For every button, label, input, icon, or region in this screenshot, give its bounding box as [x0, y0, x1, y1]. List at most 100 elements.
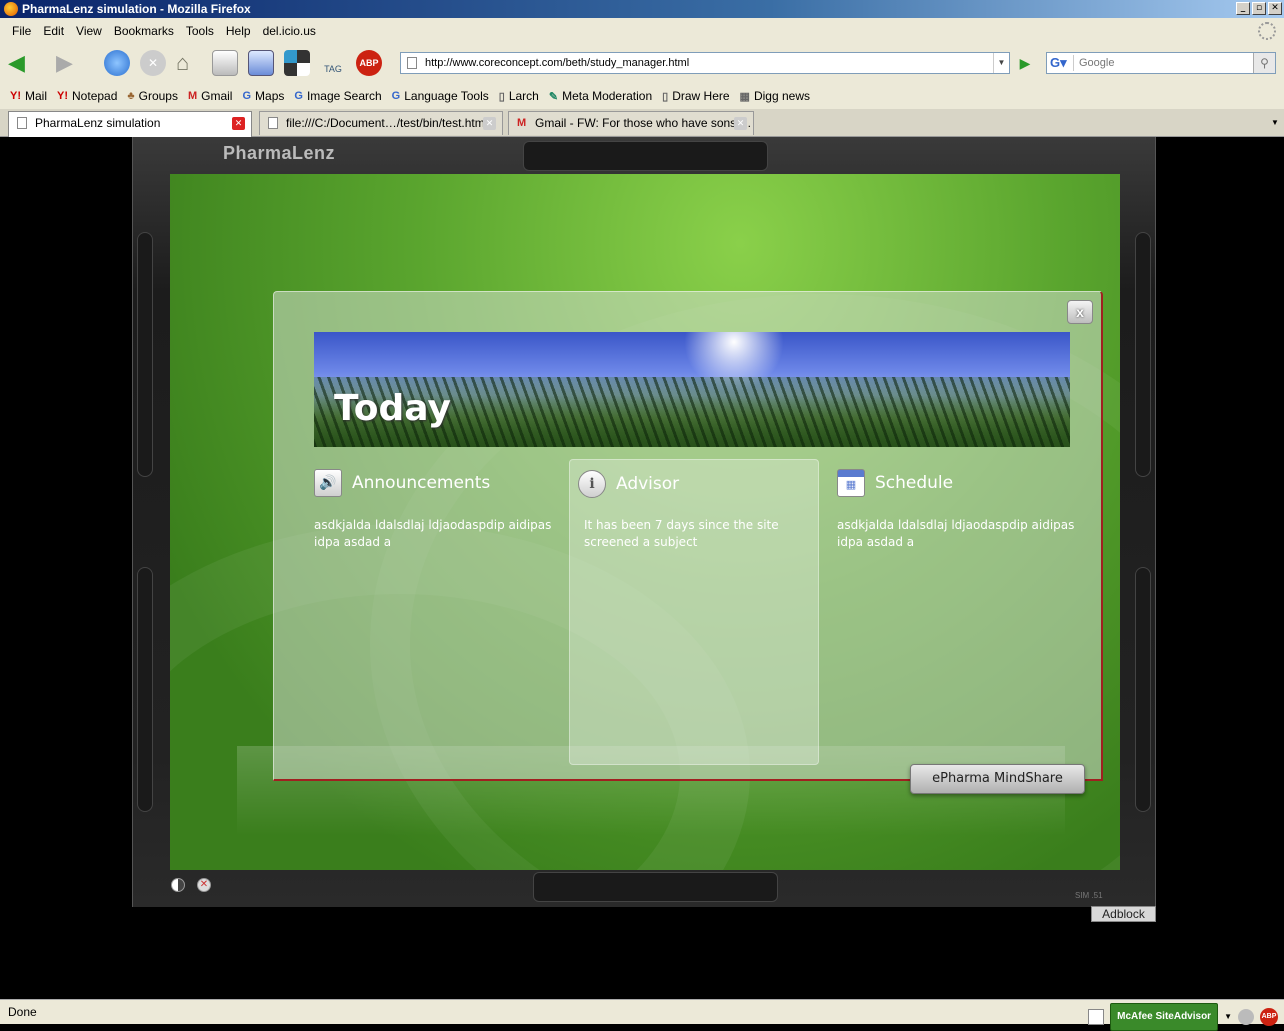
window-title: PharmaLenz simulation - Mozilla Firefox: [22, 2, 251, 16]
google-icon[interactable]: G▾: [1050, 55, 1074, 71]
left-side-panel-top: [137, 232, 153, 477]
bookmark-digg-news[interactable]: ▦ Digg news: [740, 89, 810, 103]
page-content: PharmaLenz x Today 🔊 Announcements asdkj…: [0, 137, 1284, 999]
go-button[interactable]: ▶: [1014, 52, 1036, 74]
tab-label: PharmaLenz simulation: [35, 116, 161, 130]
advisor-title: Advisor: [616, 474, 680, 494]
bookmark-icon[interactable]: [248, 50, 274, 76]
announcements-header: 🔊 Announcements: [314, 469, 490, 497]
tab-pharmalenz[interactable]: PharmaLenz simulation ✕: [8, 111, 252, 137]
contrast-icon[interactable]: [171, 878, 185, 892]
menu-edit[interactable]: Edit: [37, 24, 70, 38]
bookmark-mail[interactable]: Y! Mail: [10, 89, 47, 103]
right-side-panel-bottom: [1135, 567, 1151, 812]
top-slot: [523, 141, 768, 171]
bookmark-label: Image Search: [306, 89, 382, 103]
epharma-mindshare-button[interactable]: ePharma MindShare: [910, 764, 1085, 794]
page-info-icon[interactable]: [1088, 1009, 1105, 1025]
bookmark-language-tools[interactable]: G Language Tools: [392, 89, 489, 103]
schedule-column[interactable]: ▦ Schedule asdkjalda ldalsdlaj ldjaodasp…: [837, 459, 1087, 765]
mcafee-dropdown-icon[interactable]: ▼: [1224, 1005, 1232, 1029]
tab-label: Gmail - FW: For those who have sons …: [535, 116, 752, 130]
forward-arrow-icon[interactable]: ▶: [56, 50, 82, 76]
bookmark-meta-moderation[interactable]: ✎ Meta Moderation: [549, 89, 652, 103]
bookmark-label: Meta Moderation: [562, 89, 653, 103]
back-arrow-icon[interactable]: ◀: [8, 50, 34, 76]
print-icon[interactable]: [212, 50, 238, 76]
close-window-button[interactable]: ✕: [1268, 2, 1282, 15]
bookmark-image-search[interactable]: G Image Search: [294, 89, 381, 103]
window-titlebar: PharmaLenz simulation - Mozilla Firefox …: [0, 0, 1284, 18]
menu-tools[interactable]: Tools: [180, 24, 220, 38]
tag-icon[interactable]: TAG: [320, 50, 346, 76]
menu-view[interactable]: View: [70, 24, 108, 38]
bookmark-maps[interactable]: G Maps: [242, 89, 284, 103]
tab-list-dropdown-icon[interactable]: ▼: [1268, 113, 1282, 133]
page-icon: [407, 57, 417, 69]
menu-delicious[interactable]: del.icio.us: [257, 24, 322, 38]
announcements-column[interactable]: 🔊 Announcements asdkjalda ldalsdlaj ldja…: [314, 459, 564, 765]
schedule-title: Schedule: [875, 473, 954, 493]
bookmark-label: Notepad: [72, 89, 118, 103]
menu-help[interactable]: Help: [220, 24, 257, 38]
home-icon[interactable]: ⌂: [176, 50, 202, 76]
url-dropdown-icon[interactable]: ▼: [993, 53, 1009, 73]
tab-close-icon[interactable]: ✕: [483, 117, 496, 130]
firefox-icon: [4, 2, 18, 16]
announcements-title: Announcements: [352, 473, 491, 493]
browser-chrome: File Edit View Bookmarks Tools Help del.…: [0, 18, 1284, 137]
advisor-text: It has been 7 days since the site screen…: [584, 518, 779, 549]
disabled-icon[interactable]: [1238, 1009, 1254, 1025]
page-icon: ▯: [662, 90, 669, 103]
maximize-button[interactable]: ▫: [1252, 2, 1266, 15]
app-stage: x Today 🔊 Announcements asdkjalda ldalsd…: [170, 174, 1120, 870]
sim-version: SIM .51: [1075, 891, 1103, 900]
delicious-icon[interactable]: [284, 50, 310, 76]
tab-label: file:///C:/Document…/test/bin/test.html: [286, 116, 488, 130]
info-icon: i: [578, 470, 606, 498]
bookmark-label: Draw Here: [672, 89, 730, 103]
speaker-icon: 🔊: [314, 469, 342, 497]
bookmark-notepad[interactable]: Y! Notepad: [57, 89, 117, 103]
dialog-close-button[interactable]: x: [1067, 300, 1093, 324]
status-text: Done: [8, 1005, 37, 1019]
google-icon: G: [242, 90, 252, 102]
app-title: PharmaLenz: [223, 143, 336, 163]
tab-close-icon[interactable]: ✕: [734, 117, 747, 130]
menu-file[interactable]: File: [6, 24, 37, 38]
tab-gmail[interactable]: M Gmail - FW: For those who have sons … …: [508, 111, 754, 135]
bookmark-gmail[interactable]: M Gmail: [188, 89, 233, 103]
menu-bookmarks[interactable]: Bookmarks: [108, 24, 180, 38]
left-edge: [0, 197, 4, 797]
tab-bar: PharmaLenz simulation ✕ file:///C:/Docum…: [0, 109, 1284, 137]
advisor-column[interactable]: i Advisor It has been 7 days since the s…: [569, 459, 819, 765]
status-bar: Done McAfee SiteAdvisor ▼ ABP: [0, 999, 1284, 1031]
stop-icon[interactable]: ✕: [140, 50, 166, 76]
pharmalenz-app: PharmaLenz x Today 🔊 Announcements asdkj…: [132, 137, 1156, 922]
tab-close-icon[interactable]: ✕: [232, 117, 245, 130]
reload-icon[interactable]: [104, 50, 130, 76]
bookmark-groups[interactable]: ♣ Groups: [127, 89, 178, 103]
url-bar[interactable]: http://www.coreconcept.com/beth/study_ma…: [400, 52, 1010, 74]
search-icon[interactable]: ⚲: [1253, 53, 1275, 73]
status-icons: McAfee SiteAdvisor ▼ ABP: [1088, 1003, 1278, 1031]
tab-test-html[interactable]: file:///C:/Document…/test/bin/test.html …: [259, 111, 503, 135]
bookmark-draw-here[interactable]: ▯ Draw Here: [662, 89, 729, 103]
mcafee-siteadvisor[interactable]: McAfee SiteAdvisor: [1110, 1003, 1219, 1031]
minimize-button[interactable]: _: [1236, 2, 1250, 15]
search-box[interactable]: G▾ Google ⚲: [1046, 52, 1276, 74]
bookmark-label: Larch: [508, 89, 539, 103]
yahoo-icon: Y!: [10, 90, 21, 102]
page-icon: [17, 117, 27, 129]
today-banner: Today: [314, 332, 1070, 447]
google-icon: G: [294, 90, 303, 102]
navigation-toolbar: ◀ ▶ ✕ ⌂ TAG ABP http://www.coreconcept.c…: [0, 44, 1284, 82]
adblock-plus-icon[interactable]: ABP: [356, 50, 382, 76]
bookmark-label: Maps: [255, 89, 285, 103]
gmail-icon: M: [517, 117, 527, 129]
adblock-plus-status-icon[interactable]: ABP: [1260, 1008, 1278, 1026]
close-circle-icon[interactable]: ✕: [197, 878, 211, 892]
right-side-panel-top: [1135, 232, 1151, 477]
bookmark-larch[interactable]: ▯ Larch: [499, 89, 539, 103]
adblock-tab[interactable]: Adblock: [1091, 906, 1156, 922]
